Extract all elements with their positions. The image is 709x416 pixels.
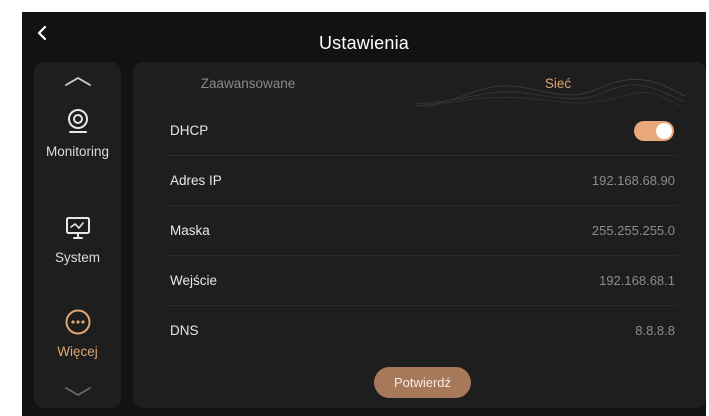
dns-label: DNS [170,323,199,338]
ip-address-value[interactable]: 192.168.68.90 [592,173,675,188]
subnet-mask-row[interactable]: Maska 255.255.255.0 [168,208,678,256]
dhcp-row: DHCP [168,108,678,156]
dhcp-label: DHCP [170,123,209,138]
sidebar-scroll-down-button[interactable] [34,382,121,400]
more-icon [65,309,90,335]
dns-row[interactable]: DNS 8.8.8.8 [168,308,678,356]
camera-icon [67,109,88,133]
sidebar-item-label: Więcej [57,344,98,359]
sidebar-item-label: System [54,250,100,265]
settings-screen: Ustawienia Monitoring System Więcej Zaaw… [22,12,706,416]
gateway-label: Wejście [170,273,218,288]
toggle-knob [656,123,672,139]
sidebar-item-system[interactable]: System [34,212,121,282]
chevron-down-icon [64,387,91,396]
sidebar-item-monitoring[interactable]: Monitoring [34,106,121,176]
confirm-button[interactable]: Potwierdź [374,367,471,398]
gateway-value[interactable]: 192.168.68.1 [599,273,675,288]
sidebar-item-label: Monitoring [45,144,110,159]
chevron-up-icon [64,77,91,86]
tab-advanced[interactable]: Zaawansowane [173,76,323,98]
page-title: Ustawienia [318,33,410,53]
subnet-mask-value[interactable]: 255.255.255.0 [592,223,675,238]
dhcp-toggle[interactable] [634,121,674,141]
sidebar: Monitoring System Więcej [34,62,121,408]
sidebar-item-more[interactable]: Więcej [34,306,121,376]
dns-value[interactable]: 8.8.8.8 [635,323,675,338]
subnet-mask-label: Maska [170,223,210,238]
tab-network[interactable]: Sieć [483,76,633,98]
gateway-row[interactable]: Wejście 192.168.68.1 [168,258,678,306]
network-settings-panel: Zaawansowane Sieć DHCP Adres IP 192.168.… [133,62,706,408]
sidebar-scroll-up-button[interactable] [34,72,121,90]
monitor-icon [65,217,90,239]
ip-address-label: Adres IP [170,173,222,188]
ip-address-row[interactable]: Adres IP 192.168.68.90 [168,158,678,206]
